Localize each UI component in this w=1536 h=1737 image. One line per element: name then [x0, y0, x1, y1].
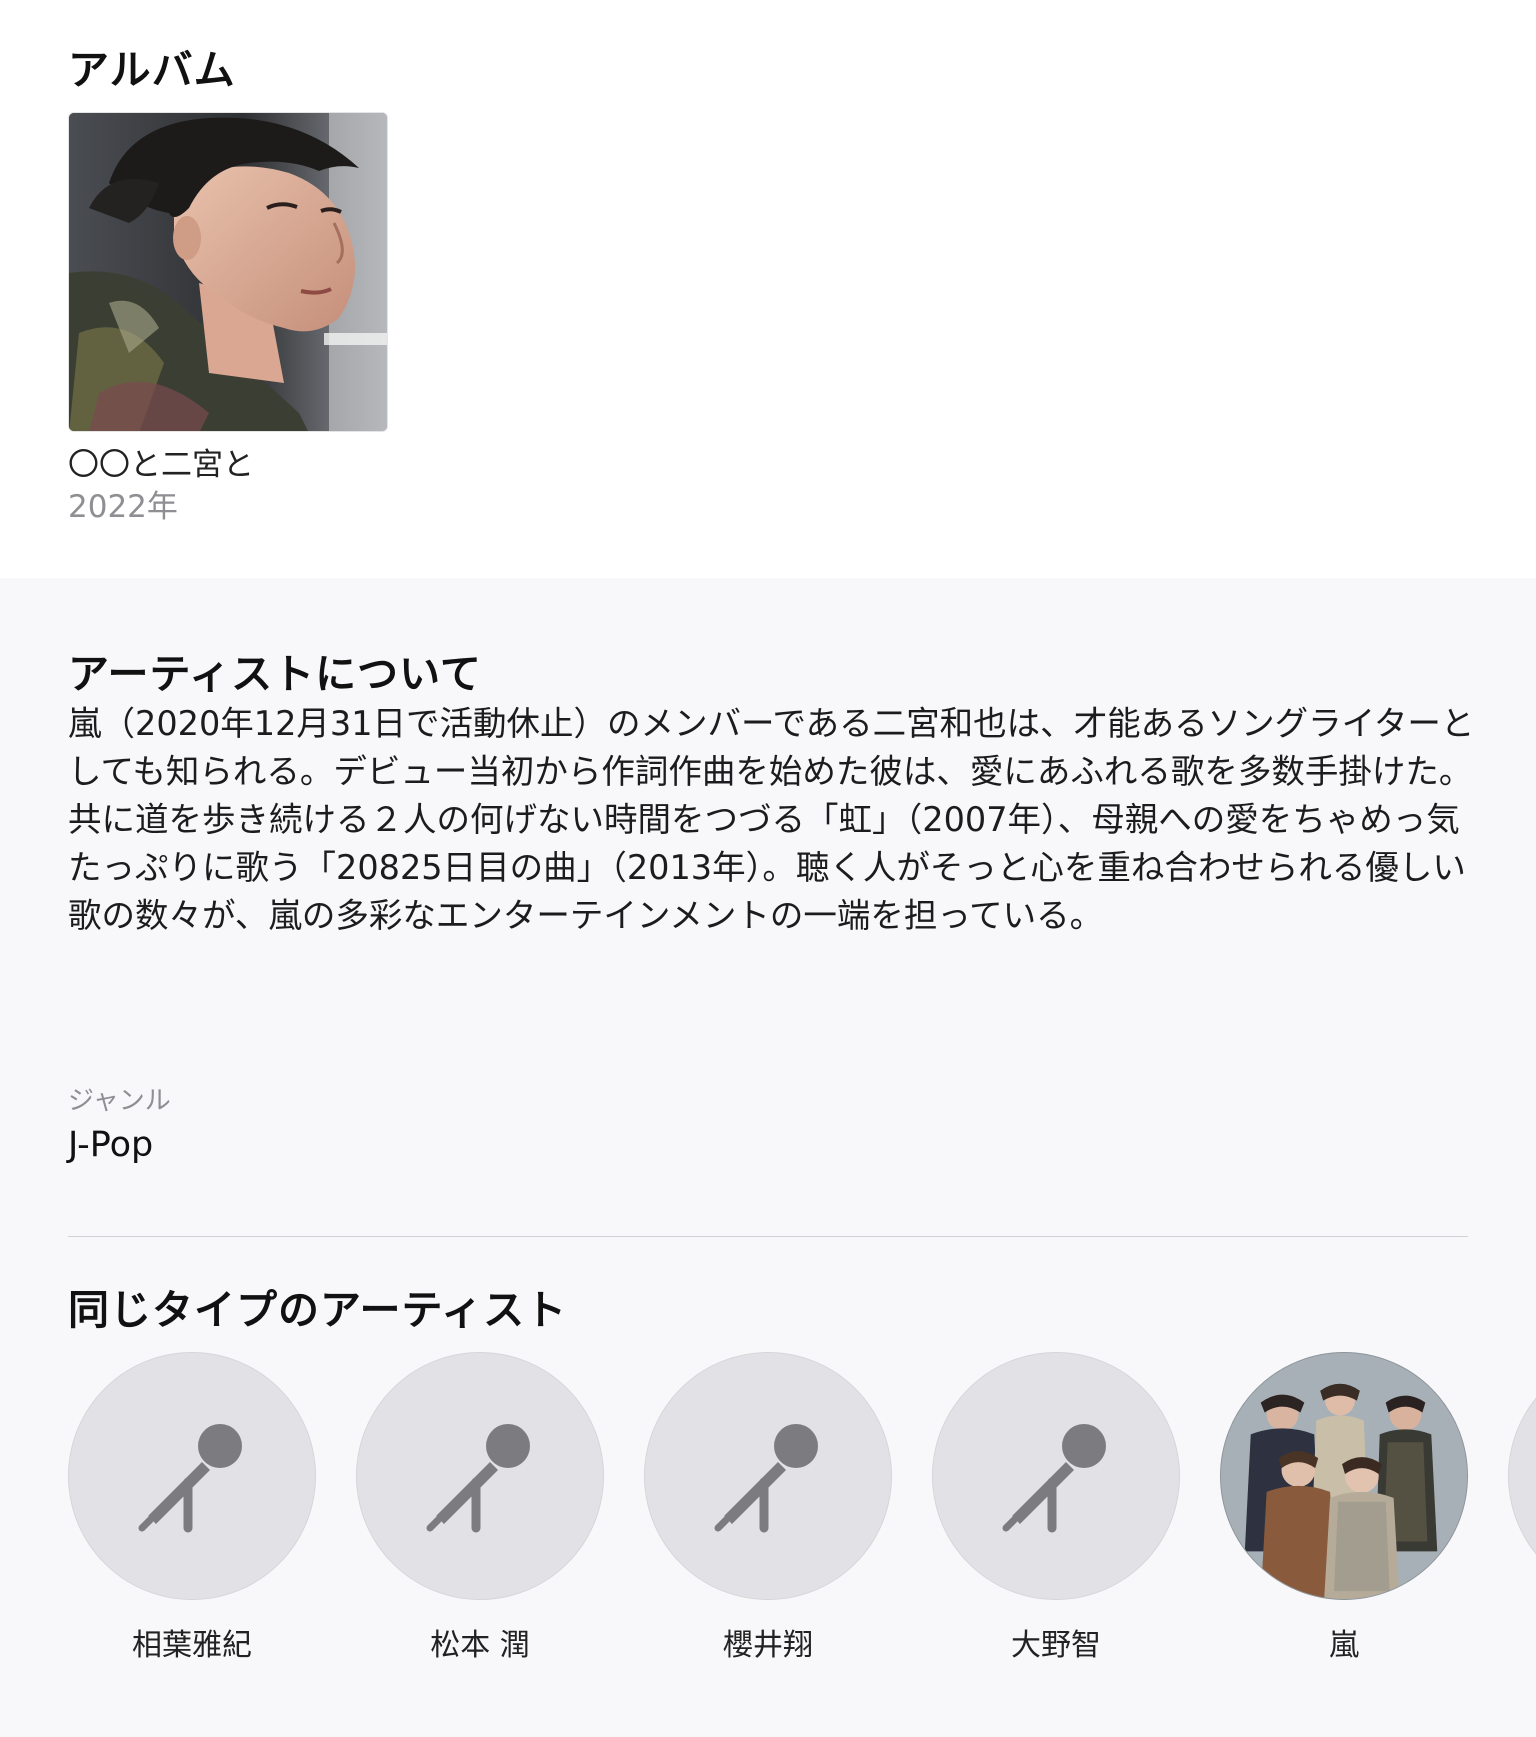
artist-item-sakurai[interactable]: 櫻井翔 [644, 1352, 892, 1662]
artist-bio: 嵐（2020年12月31日で活動休止）のメンバーである二宮和也は、才能あるソング… [68, 704, 1475, 935]
artist-item-partial[interactable] [1508, 1352, 1536, 1600]
section-divider [68, 1236, 1468, 1237]
artist-name[interactable]: 相葉雅紀 [68, 1620, 316, 1662]
album-year: 2022年 [68, 489, 178, 525]
artist-name[interactable]: 松本 潤 [356, 1620, 604, 1662]
artist-name[interactable]: 大野智 [932, 1620, 1180, 1662]
artist-avatar[interactable] [1508, 1352, 1536, 1600]
similar-artists-heading: 同じタイプのアーティスト [68, 1286, 568, 1334]
album-title[interactable]: 〇〇と二宮と [68, 444, 388, 486]
album-section: アルバム 〇〇と二宮と 2022年 [0, 0, 1536, 578]
genre-label: ジャンル [68, 1086, 171, 1116]
artist-avatar[interactable] [644, 1352, 892, 1600]
artist-name[interactable]: 櫻井翔 [644, 1620, 892, 1662]
microphone-icon [426, 1424, 530, 1533]
album-card[interactable]: 〇〇と二宮と 2022年 [68, 112, 388, 528]
album-photo [69, 113, 387, 431]
microphone-icon [1002, 1424, 1106, 1533]
about-heading: アーティストについて [68, 650, 482, 698]
artist-avatar[interactable] [932, 1352, 1180, 1600]
group-photo [1221, 1353, 1467, 1599]
artist-avatar[interactable] [1220, 1352, 1468, 1600]
artist-avatar[interactable] [356, 1352, 604, 1600]
similar-artists-row[interactable]: 相葉雅紀 松本 潤 櫻井翔 大野智 嵐 [68, 1352, 1536, 1662]
artist-avatar[interactable] [68, 1352, 316, 1600]
genre-value: J-Pop [68, 1125, 154, 1165]
artist-item-matsumoto[interactable]: 松本 潤 [356, 1352, 604, 1662]
albums-heading: アルバム [68, 46, 236, 94]
artist-item-ohno[interactable]: 大野智 [932, 1352, 1180, 1662]
artist-name[interactable]: 嵐 [1220, 1620, 1468, 1662]
album-artwork[interactable] [68, 112, 388, 432]
artist-item-aiba[interactable]: 相葉雅紀 [68, 1352, 316, 1662]
microphone-icon [138, 1424, 242, 1533]
artist-item-arashi[interactable]: 嵐 [1220, 1352, 1468, 1662]
microphone-icon [714, 1424, 818, 1533]
